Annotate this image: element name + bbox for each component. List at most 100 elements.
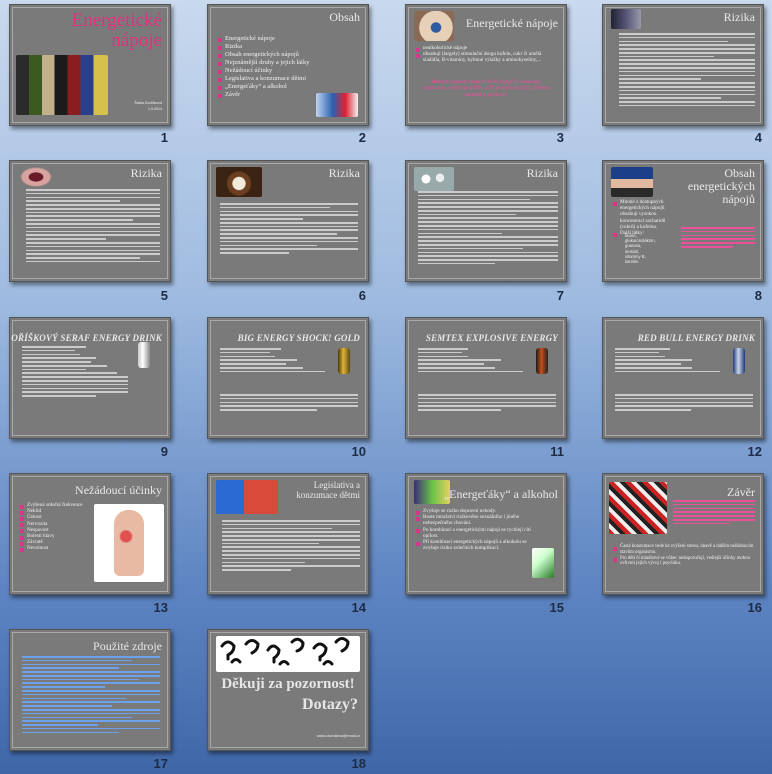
slide-thumbnail-5[interactable]: Rizika	[9, 160, 171, 282]
drink-cans-image	[16, 55, 108, 115]
slide-title: Rizika	[328, 166, 360, 180]
slide-number: 17	[153, 756, 168, 771]
dense-text-block	[26, 189, 160, 265]
slide-thumbnail-12[interactable]: Red Bull energy drink	[602, 317, 764, 439]
slide-number: 11	[550, 444, 564, 459]
contact-email: sarka.dvorakova@email.cz	[316, 734, 360, 738]
slide-sorter-grid: Energetické nápoje Šárka Dvořáková 1.9.2…	[0, 0, 772, 774]
presentation-date: 1.9.2014	[148, 107, 162, 111]
slide-title: Použité zdroje	[93, 639, 162, 653]
list-item: Rizika	[218, 43, 360, 51]
slide-title: Big energy shock! Gold	[237, 333, 360, 343]
question-marks-image	[216, 636, 360, 672]
dense-text-block	[418, 191, 558, 267]
slide-title: Red Bull energy drink	[637, 333, 755, 343]
list-item: „Energeťáky“ a alkohol	[218, 83, 360, 91]
torso-figure	[114, 510, 144, 576]
slide-title: Rizika	[723, 10, 755, 24]
slide-thumbnail-3[interactable]: Energetické nápoje nealkoholické nápoje …	[405, 4, 567, 126]
slide-number: 4	[754, 130, 762, 145]
big-shock-can-image	[338, 348, 350, 374]
product-info	[418, 348, 528, 374]
list-item: Roste množství rizikového sexuálního i j…	[416, 514, 536, 526]
slide-thumbnail-13[interactable]: Nežádoucí účinky Zvýšená srdeční frekven…	[9, 473, 171, 595]
slide-thumbnail-11[interactable]: Semtex explosive energy	[405, 317, 567, 439]
ingredients-text	[418, 394, 556, 413]
pink-note	[681, 227, 755, 250]
slide-number: 16	[747, 600, 762, 615]
slide-thumbnail-15[interactable]: „Energeťáky“ a alkohol Zvyšuje se riziko…	[405, 473, 567, 595]
side-effects-list: Zvýšená srdeční frekvence Neklid Úzkost …	[20, 502, 90, 553]
list-item: obsahují (largely) stimulační drogu kofe…	[416, 51, 558, 63]
slide-thumbnail-1[interactable]: Energetické nápoje Šárka Dvořáková 1.9.2…	[9, 4, 171, 126]
person-drinking-image	[611, 167, 653, 197]
slide-thumbnail-10[interactable]: Big energy shock! Gold	[207, 317, 369, 439]
slide-number: 7	[556, 288, 564, 303]
legislation-text	[222, 520, 360, 573]
list-item: Nežádoucí účinky	[218, 67, 360, 75]
list-item: Obsah energetických nápojů	[218, 51, 360, 59]
list-item: Nevolnost	[20, 545, 90, 553]
ingredients-text	[220, 394, 358, 413]
slide-number: 18	[351, 756, 366, 771]
pills-image	[414, 167, 454, 191]
slide-title: Energetické nápoje	[465, 16, 558, 30]
slide-thumbnail-16[interactable]: Závěr Častá konzumace vede ke zvýšení st…	[602, 473, 764, 595]
pink-conclusion-note	[673, 500, 755, 526]
slide-title: Obsah energetických nápojů	[687, 166, 755, 206]
slide-thumbnail-14[interactable]: Legislativa a konzumace dětmi	[207, 473, 369, 595]
slide-thumbnail-17[interactable]: Použité zdroje	[9, 629, 171, 751]
slide-thumbnail-7[interactable]: Rizika	[405, 160, 567, 282]
intro-list: nealkoholické nápoje obsahují (largely) …	[416, 45, 558, 64]
substances-list: taurin, glukuronolakton, guarana, inositol,…	[625, 233, 656, 265]
slide-number: 10	[351, 444, 366, 459]
mouth-image	[20, 167, 52, 187]
slide-number: 12	[747, 444, 762, 459]
content-list: Mnohé z dostupných energetických nápojů …	[613, 199, 673, 237]
list-item: Při kombinaci energetických nápojů a alk…	[416, 539, 536, 551]
slide-number: 14	[351, 600, 366, 615]
coffee-image	[216, 167, 262, 197]
slide-title: Nežádoucí účinky	[75, 483, 162, 497]
crowd-image	[609, 482, 667, 534]
seraf-can-image	[138, 342, 150, 368]
slide-thumbnail-8[interactable]: Obsah energetických nápojů Mnohé z dostu…	[602, 160, 764, 282]
slide-thumbnail-18[interactable]: Děkuji za pozornost! Dotazy? sarka.dvora…	[207, 629, 369, 751]
questions-text: Dotazy?	[302, 696, 358, 713]
slide-number: 9	[160, 444, 168, 459]
dense-text-block	[220, 203, 358, 256]
slide-thumbnail-4[interactable]: Rizika	[602, 4, 764, 126]
list-item: Po kombinaci s energetickými nápoji se r…	[416, 527, 536, 539]
cans-image	[316, 93, 358, 117]
slide-title: Legislativa a konzumace dětmi	[296, 480, 360, 500]
list-item: Energetické nápoje	[218, 35, 360, 43]
slide-thumbnail-6[interactable]: Rizika	[207, 160, 369, 282]
product-info	[22, 346, 128, 399]
slide-title: Rizika	[526, 166, 558, 180]
red-bull-can-image	[733, 348, 745, 374]
slide-thumbnail-2[interactable]: Obsah Energetické nápoje Rizika Obsah en…	[207, 4, 369, 126]
slide-number: 13	[153, 600, 168, 615]
slide-thumbnail-9[interactable]: Oříškový Seraf energy drink	[9, 317, 171, 439]
alcohol-risks-list: Zvyšuje se riziko dopravní nehody. Roste…	[416, 508, 536, 551]
list-item: Mnohé z dostupných energetických nápojů …	[613, 199, 673, 230]
contents-list: Energetické nápoje Rizika Obsah energeti…	[218, 35, 360, 99]
slide-title: „Energeťáky“ a alkohol	[443, 487, 558, 501]
slide-number: 8	[754, 288, 762, 303]
list-item: Pro děti či mladistvé se vůbec nedoporuč…	[613, 556, 755, 568]
slide-title: Rizika	[130, 166, 162, 180]
bottle-image	[532, 548, 554, 578]
slide-number: 6	[358, 288, 366, 303]
thanks-text: Děkuji za pozornost!	[221, 676, 355, 692]
eye-image	[414, 11, 454, 41]
product-info	[220, 348, 330, 374]
cans-photo	[611, 9, 641, 29]
conclusion-list: Častá konzumace vede ke zvýšení stresu, …	[613, 544, 755, 567]
list-item: Častá konzumace vede ke zvýšení stresu, …	[613, 544, 755, 556]
slide-title: Energetické nápoje	[71, 10, 162, 51]
slide-title: Závěr	[727, 485, 755, 499]
slide-title: Obsah	[329, 10, 360, 24]
slide-number: 15	[549, 600, 564, 615]
list-item: Nejznámější druhy a jejich látky	[218, 59, 360, 67]
slide-title: Semtex explosive energy	[425, 333, 558, 343]
